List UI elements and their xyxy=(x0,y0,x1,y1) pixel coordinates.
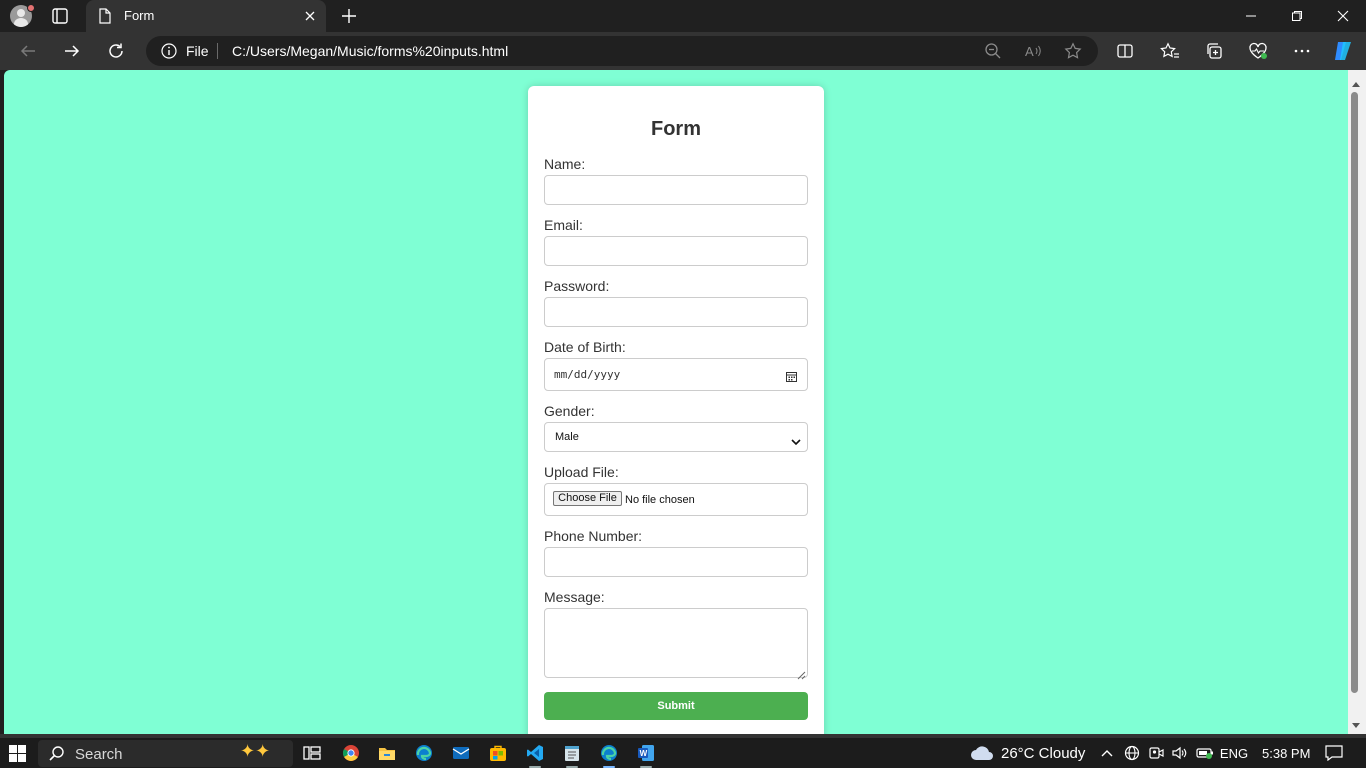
task-view-icon[interactable] xyxy=(301,742,323,764)
volume-icon[interactable] xyxy=(1170,744,1188,762)
password-label: Password: xyxy=(544,278,610,294)
new-tab-icon[interactable] xyxy=(338,5,360,27)
favorites-icon[interactable] xyxy=(1158,39,1182,63)
more-options-icon[interactable] xyxy=(1290,39,1314,63)
profile-avatar-icon[interactable] xyxy=(10,4,35,27)
tab-actions-icon[interactable] xyxy=(48,4,72,28)
gender-label: Gender: xyxy=(544,403,595,419)
browser-essentials-icon[interactable] xyxy=(1246,39,1270,63)
password-input[interactable] xyxy=(544,297,808,327)
form-title: Form xyxy=(651,118,701,140)
form-card: Form Name: Email: Password: Date of Birt… xyxy=(528,86,824,734)
clock[interactable]: 5:38 PM xyxy=(1262,746,1310,761)
minimize-icon[interactable] xyxy=(1228,0,1274,32)
dob-placeholder: mm/dd/yyyy xyxy=(554,368,621,381)
choose-file-button[interactable]: Choose File xyxy=(553,491,622,506)
battery-icon[interactable] xyxy=(1195,744,1215,762)
forward-icon[interactable] xyxy=(60,39,84,63)
taskbar-search-box[interactable]: Search ✦✦ xyxy=(38,740,293,767)
resize-grip-icon[interactable] xyxy=(797,667,806,685)
search-placeholder: Search xyxy=(75,746,123,763)
edge-active-icon[interactable] xyxy=(598,742,620,768)
back-icon[interactable] xyxy=(16,39,40,63)
tab-title: Form xyxy=(124,8,155,23)
file-input[interactable]: Choose File No file chosen xyxy=(544,483,808,516)
browser-title-bar: Form xyxy=(0,0,1366,32)
word-icon[interactable]: W xyxy=(635,742,657,768)
page-viewport: Form Name: Email: Password: Date of Birt… xyxy=(4,70,1348,734)
name-label: Name: xyxy=(544,156,586,172)
svg-text:A: A xyxy=(1025,44,1034,59)
notifications-icon[interactable] xyxy=(1324,744,1344,762)
copilot-icon[interactable] xyxy=(1331,39,1355,63)
close-tab-icon[interactable] xyxy=(304,9,316,27)
browser-toolbar: File C:/Users/Megan/Music/forms%20inputs… xyxy=(0,32,1366,70)
dob-label: Date of Birth: xyxy=(544,339,626,355)
phone-label: Phone Number: xyxy=(544,528,643,544)
close-window-icon[interactable] xyxy=(1320,0,1366,32)
email-input[interactable] xyxy=(544,236,808,266)
scroll-down-icon[interactable] xyxy=(1352,716,1360,734)
windows-start-icon[interactable] xyxy=(9,745,26,762)
microsoft-store-icon[interactable] xyxy=(487,742,509,764)
name-input[interactable] xyxy=(544,175,808,205)
chevron-up-icon[interactable] xyxy=(1100,744,1114,762)
address-scheme-label: File xyxy=(186,43,209,59)
scrollbar-thumb[interactable] xyxy=(1351,92,1358,693)
sparkle-icon: ✦✦ xyxy=(240,741,271,761)
meet-now-icon[interactable] xyxy=(1147,744,1165,762)
site-info-icon[interactable] xyxy=(161,43,177,64)
calendar-icon[interactable] xyxy=(786,369,797,387)
weather-text: 26°C Cloudy xyxy=(1001,745,1086,762)
address-url[interactable]: C:/Users/Megan/Music/forms%20inputs.html xyxy=(232,43,508,59)
refresh-icon[interactable] xyxy=(104,39,128,63)
cloud-icon xyxy=(969,743,995,768)
split-screen-icon[interactable] xyxy=(1113,39,1137,63)
page-icon xyxy=(98,8,112,29)
language-globe-icon[interactable] xyxy=(1123,744,1141,762)
notepad-icon[interactable] xyxy=(561,742,583,768)
taskbar: Search ✦✦ W 26°C Cloudy ENG 5:38 PM xyxy=(0,738,1366,768)
edge-icon[interactable] xyxy=(413,742,435,764)
email-label: Email: xyxy=(544,217,583,233)
chrome-icon[interactable] xyxy=(340,742,362,764)
file-explorer-icon[interactable] xyxy=(376,742,398,764)
phone-input[interactable] xyxy=(544,547,808,577)
gender-selected-value: Male xyxy=(555,431,579,443)
address-bar[interactable]: File C:/Users/Megan/Music/forms%20inputs… xyxy=(146,36,1098,66)
svg-text:W: W xyxy=(640,749,648,758)
browser-tab[interactable]: Form xyxy=(86,0,326,32)
language-indicator[interactable]: ENG xyxy=(1220,744,1248,762)
vs-code-icon[interactable] xyxy=(524,742,546,768)
gender-select[interactable]: Male xyxy=(544,422,808,452)
chevron-down-icon xyxy=(791,433,801,451)
scroll-up-icon[interactable] xyxy=(1352,74,1360,92)
zoom-out-icon[interactable] xyxy=(984,42,1002,65)
message-label: Message: xyxy=(544,589,605,605)
file-status-text: No file chosen xyxy=(625,494,695,506)
address-divider xyxy=(217,43,218,59)
upload-label: Upload File: xyxy=(544,464,619,480)
search-icon xyxy=(48,745,66,768)
read-aloud-icon[interactable]: A xyxy=(1024,42,1044,65)
restore-icon[interactable] xyxy=(1274,0,1320,32)
collections-icon[interactable] xyxy=(1202,39,1226,63)
submit-button[interactable]: Submit xyxy=(544,692,808,720)
weather-widget[interactable]: 26°C Cloudy xyxy=(969,742,1089,764)
dob-input[interactable]: mm/dd/yyyy xyxy=(544,358,808,391)
mail-icon[interactable] xyxy=(450,742,472,764)
message-textarea[interactable] xyxy=(544,608,808,680)
favorite-star-icon[interactable] xyxy=(1064,42,1082,65)
